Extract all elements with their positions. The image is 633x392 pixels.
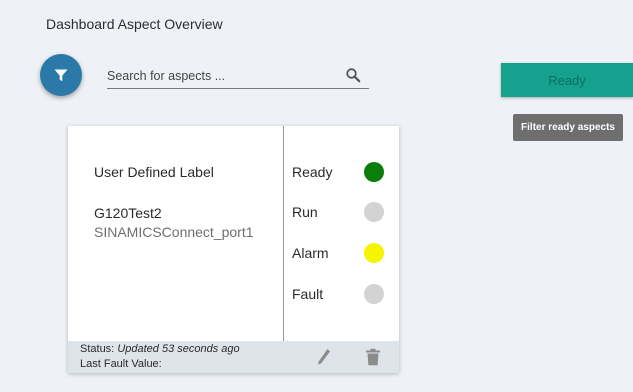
- status-indicator-fault: [364, 284, 384, 304]
- status-indicator-run: [364, 202, 384, 222]
- device-port: SINAMICSConnect_port1: [94, 224, 254, 240]
- card-divider: [283, 126, 284, 341]
- card-label: User Defined Label: [94, 164, 214, 180]
- search-bar: [107, 64, 369, 89]
- trash-icon[interactable]: [365, 348, 381, 366]
- status-row-fault: Fault: [292, 283, 392, 305]
- page-title: Dashboard Aspect Overview: [46, 16, 223, 32]
- ready-filter-tooltip: Filter ready aspects: [513, 114, 623, 141]
- status-label-ready: Ready: [292, 164, 333, 180]
- filter-icon: [54, 69, 68, 81]
- pencil-icon[interactable]: [316, 348, 332, 366]
- status-indicator-ready: [364, 162, 384, 182]
- status-row-ready: Ready: [292, 161, 392, 183]
- footer-fault: Last Fault Value:: [80, 358, 162, 370]
- search-input[interactable]: [107, 66, 332, 86]
- aspect-card: User Defined Label G120Test2 SINAMICSCon…: [68, 126, 399, 373]
- status-row-run: Run: [292, 201, 392, 223]
- status-row-alarm: Alarm: [292, 242, 392, 264]
- footer-status-label: Status:: [80, 343, 115, 355]
- card-footer: Status: Updated 53 seconds ago Last Faul…: [68, 341, 399, 373]
- status-label-alarm: Alarm: [292, 245, 329, 261]
- footer-status-value: Updated 53 seconds ago: [117, 343, 240, 355]
- status-indicator-alarm: [364, 243, 384, 263]
- filter-button[interactable]: [40, 54, 82, 96]
- footer-fault-label: Last Fault Value:: [80, 358, 162, 370]
- status-label-run: Run: [292, 204, 318, 220]
- device-name: G120Test2: [94, 205, 162, 221]
- footer-status: Status: Updated 53 seconds ago: [80, 343, 240, 355]
- ready-filter-button[interactable]: Ready: [501, 63, 633, 97]
- status-label-fault: Fault: [292, 286, 324, 302]
- search-icon[interactable]: [345, 67, 361, 83]
